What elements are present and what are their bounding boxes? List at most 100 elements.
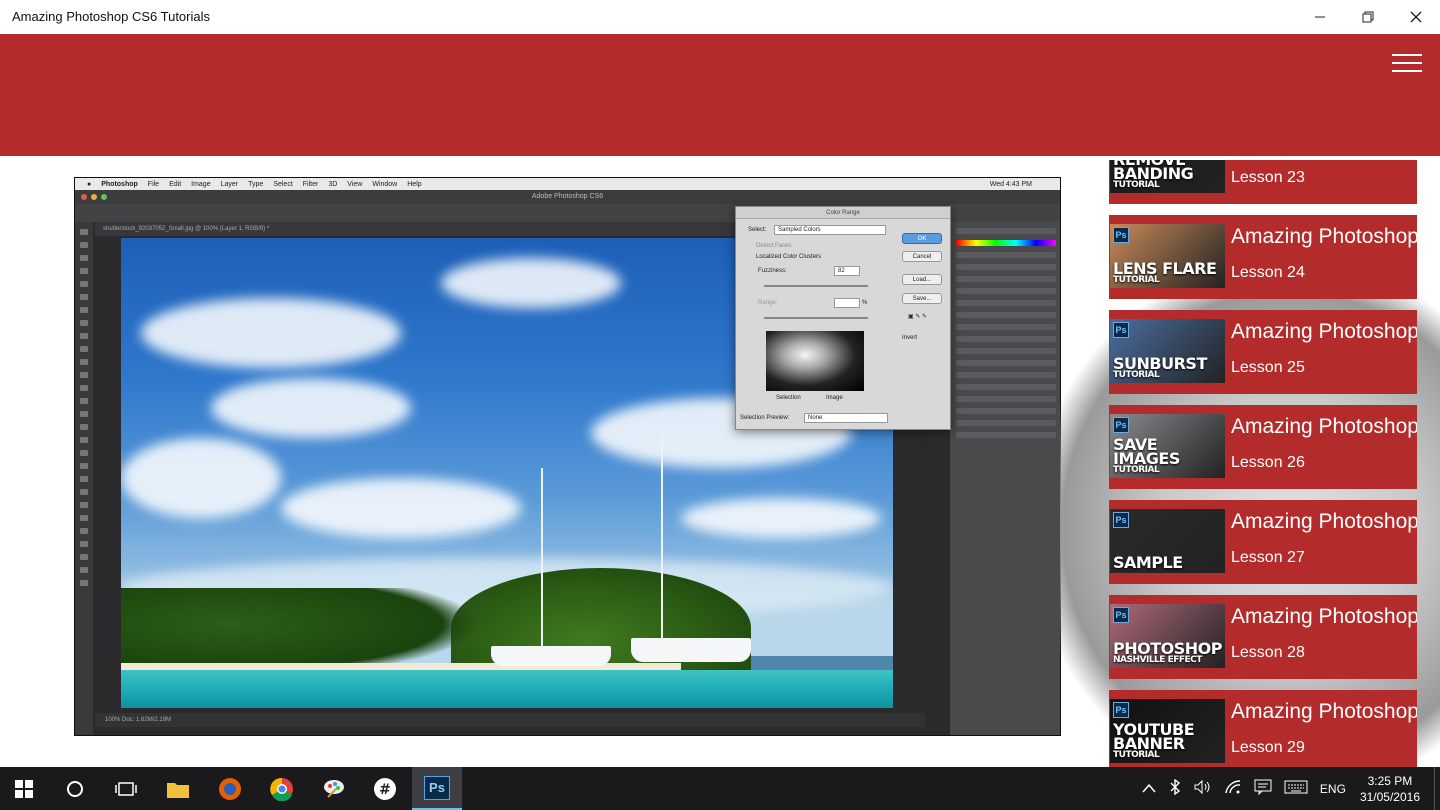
photoshop-badge-icon: Ps [1113,417,1129,433]
ps-titlebar: Adobe Photoshop CS6 [75,190,1060,204]
lesson-thumbnail: Ps SAVE IMAGES TUTORIAL [1110,414,1225,478]
ps-app-title: Adobe Photoshop CS6 [531,193,604,200]
minimize-icon [1315,16,1325,18]
close-button[interactable] [1392,0,1440,34]
lesson-thumbnail: Ps SUNBURST TUTORIAL [1110,319,1225,383]
select-dropdown[interactable]: Sampled Colors [774,225,886,235]
lesson-title: Amazing Photoshop [1231,605,1417,628]
fuzziness-input[interactable]: 82 [834,266,860,276]
cancel-button[interactable]: Cancel [902,251,942,262]
keyboard-icon[interactable] [1284,780,1308,797]
lesson-card[interactable]: Ps LENS FLARE TUTORIAL Amazing Photoshop Les… [1109,215,1417,299]
lesson-card[interactable]: Ps YOUTUBE BANNER TUTORIAL Amazing Photosho… [1109,690,1417,767]
lesson-title: Amazing Photoshop [1231,225,1417,248]
lesson-number: Lesson 29 [1231,739,1305,756]
chrome-icon[interactable] [258,767,306,810]
ps-toolbox [75,222,93,735]
photoshop-badge-icon: Ps [1113,512,1129,528]
lesson-card[interactable]: REMOVE BANDINGTUTORIAL Lesson 23 [1109,160,1417,204]
lesson-card[interactable]: Ps SAMPLE Amazing Photoshop Lesson 27 [1109,500,1417,584]
svg-text:#: # [379,782,391,798]
ps-status-bar: 100% Doc: 1.62M/2.18M [95,713,925,727]
paint-icon[interactable] [310,767,358,810]
photoshop-badge-icon: Ps [1113,227,1129,243]
ps-panels [950,222,1060,735]
selection-preview-thumbnail [766,331,864,391]
thumbnail-caption: YOUTUBE BANNER TUTORIAL [1113,720,1195,760]
photoshop-badge-icon: Ps [1113,607,1129,623]
restore-icon [1362,11,1374,23]
thumbnail-caption: LENS FLARE TUTORIAL [1113,259,1217,285]
dialog-title: Color Range [736,207,950,219]
lesson-thumbnail: Ps YOUTUBE BANNER TUTORIAL [1110,699,1225,763]
window-controls [1296,0,1440,34]
lesson-number: Lesson 27 [1231,549,1305,566]
localized-clusters-checkbox[interactable]: Localized Color Clusters [756,254,821,260]
mac-clock: Wed 4:43 PM [989,180,1032,188]
windows-taskbar: # Ps ENG 3:25 PM 31/05/2016 [0,767,1440,810]
minimize-button[interactable] [1296,0,1344,34]
lesson-thumbnail: REMOVE BANDINGTUTORIAL [1110,160,1225,193]
windows-start-icon[interactable] [0,767,48,810]
thumbnail-caption: PHOTOSHOP NASHVILLE EFFECT [1113,639,1222,665]
lesson-number: Lesson 26 [1231,454,1305,471]
tutorial-video[interactable]: ● Photoshop File Edit Image Layer Type S… [74,177,1061,736]
menu-item: Photoshop [101,180,138,188]
lesson-number: Lesson 23 [1231,169,1305,186]
selection-preview-dropdown[interactable]: None [804,413,888,423]
chevron-up-icon[interactable] [1142,782,1156,796]
photoshop-label: Ps [424,775,450,800]
menu-item: Select [273,180,293,188]
save-button[interactable]: Save... [902,293,942,304]
lesson-number: Lesson 28 [1231,644,1305,661]
show-desktop-button[interactable] [1434,767,1440,810]
range-label: Range: [758,300,778,306]
notification-icon[interactable] [1254,779,1272,798]
close-icon [1410,11,1422,23]
file-explorer-icon[interactable] [154,767,202,810]
lesson-card[interactable]: Ps SAVE IMAGES TUTORIAL Amazing Photoshop Le… [1109,405,1417,489]
invert-checkbox[interactable]: Invert [902,335,917,341]
lesson-card[interactable]: Ps PHOTOSHOP NASHVILLE EFFECT Amazing Photo… [1109,595,1417,679]
menu-item: Image [191,180,211,188]
thumbnail-caption: SAMPLE [1113,553,1183,572]
cortana-icon[interactable] [51,767,99,810]
task-view-icon[interactable] [102,767,150,810]
photoshop-badge-icon: Ps [1113,702,1129,718]
mac-menubar: ● Photoshop File Edit Image Layer Type S… [75,178,1060,190]
lesson-title: Amazing Photoshop [1231,415,1417,438]
selection-radio[interactable]: Selection [776,395,801,401]
lesson-number: Lesson 25 [1231,359,1305,376]
lesson-title: Amazing Photoshop [1231,700,1417,723]
range-unit: % [862,300,868,306]
apple-icon: ● [87,180,92,188]
photoshop-badge-icon: Ps [1113,322,1129,338]
traffic-lights-icon [81,194,107,200]
lesson-card[interactable]: Ps SUNBURST TUTORIAL Amazing Photoshop Lesso… [1109,310,1417,394]
lesson-thumbnail: Ps SAMPLE [1110,509,1225,573]
lesson-thumbnail: Ps LENS FLARE TUTORIAL [1110,224,1225,288]
menu-item: Layer [220,180,239,188]
bluetooth-icon[interactable] [1168,778,1182,798]
ok-button[interactable]: OK [902,233,942,244]
lesson-number: Lesson 24 [1231,264,1305,281]
photoshop-icon[interactable]: Ps [412,767,462,810]
title-bar: Amazing Photoshop CS6 Tutorials [0,0,1440,34]
detect-faces-checkbox[interactable]: Detect Faces [756,243,791,249]
menu-item: File [147,180,160,188]
restore-button[interactable] [1344,0,1392,34]
image-radio[interactable]: Image [826,395,843,401]
wifi-icon[interactable] [1224,779,1242,798]
slack-icon[interactable]: # [361,767,409,810]
volume-icon[interactable] [1194,779,1212,798]
thumbnail-caption: REMOVE BANDINGTUTORIAL [1113,160,1194,190]
hamburger-icon[interactable] [1392,54,1422,74]
load-button[interactable]: Load... [902,274,942,285]
firefox-icon[interactable] [206,767,254,810]
taskbar-clock[interactable]: 3:25 PM 31/05/2016 [1360,773,1420,805]
eyedropper-icons[interactable]: ▣ ✎ ✎ [908,313,927,320]
range-input[interactable] [834,298,860,308]
language-indicator[interactable]: ENG [1320,782,1346,796]
select-label: Select: [748,227,767,233]
lesson-thumbnail: Ps PHOTOSHOP NASHVILLE EFFECT [1110,604,1225,668]
